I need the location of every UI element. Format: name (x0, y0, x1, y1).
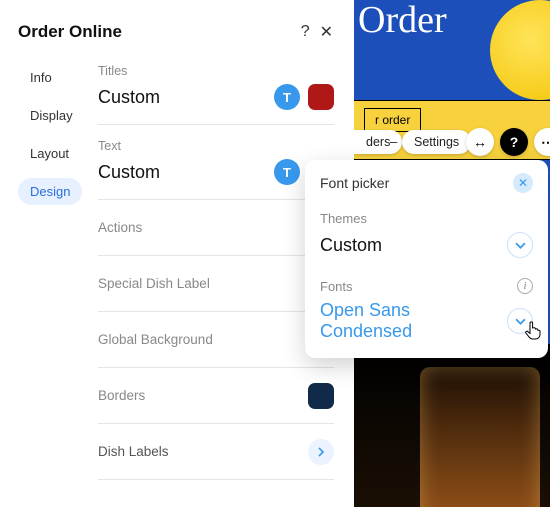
info-icon[interactable]: i (517, 278, 533, 294)
titles-color-swatch[interactable] (308, 84, 334, 110)
close-icon[interactable]: ✕ (315, 18, 338, 46)
help-icon[interactable]: ? (500, 128, 528, 156)
section-actions[interactable]: Actions (98, 200, 334, 256)
sidebar: Info Display Layout Design (0, 56, 98, 480)
global-bg-label: Global Background (98, 326, 334, 353)
section-global-bg[interactable]: Global Background (98, 312, 334, 368)
stretch-icon[interactable]: ↔ (466, 128, 494, 156)
help-icon[interactable]: ? (296, 19, 315, 45)
preview-order-label: r order (364, 108, 421, 132)
section-dish-labels[interactable]: Dish Labels (98, 424, 334, 480)
font-picker-title: Font picker (320, 175, 513, 191)
panel-title: Order Online (18, 22, 296, 42)
text-style-icon[interactable]: T (274, 84, 300, 110)
titles-value[interactable]: Custom (98, 87, 266, 108)
fonts-dropdown-icon[interactable] (507, 308, 533, 334)
preview-lemon-graphic (490, 0, 550, 100)
section-special-dish[interactable]: Special Dish Label (98, 256, 334, 312)
section-titles: Titles Custom T (98, 60, 334, 125)
sidebar-item-layout[interactable]: Layout (18, 140, 81, 167)
section-borders: Borders (98, 368, 334, 424)
themes-label: Themes (320, 211, 533, 226)
settings-panel: Order Online ? ✕ Info Display Layout Des… (0, 0, 354, 507)
dish-labels-label: Dish Labels (98, 438, 300, 465)
preview-heading: Order (358, 0, 447, 42)
toolbar-pill-settings[interactable]: Settings (402, 130, 471, 154)
section-titles-label: Titles (98, 64, 334, 78)
themes-value[interactable]: Custom (320, 235, 507, 256)
themes-dropdown-icon[interactable] (507, 232, 533, 258)
panel-header: Order Online ? ✕ (0, 0, 354, 56)
special-dish-label: Special Dish Label (98, 270, 334, 297)
preview-dark-photo (354, 344, 550, 507)
section-text-label: Text (98, 139, 334, 153)
text-value[interactable]: Custom (98, 162, 266, 183)
section-text: Text Custom T (98, 125, 334, 200)
font-picker-popover: Font picker ✕ Themes Custom Fonts i Open… (305, 160, 548, 358)
chevron-right-icon[interactable] (308, 439, 334, 465)
sidebar-item-display[interactable]: Display (18, 102, 85, 129)
preview-glass-graphic (420, 367, 540, 507)
actions-label: Actions (98, 214, 334, 241)
text-style-icon[interactable]: T (274, 159, 300, 185)
sidebar-item-design[interactable]: Design (18, 178, 82, 205)
toolbar-dash: – (390, 134, 397, 149)
close-icon[interactable]: ✕ (513, 173, 533, 193)
sidebar-item-info[interactable]: Info (18, 64, 64, 91)
fonts-value[interactable]: Open Sans Condensed (320, 300, 507, 342)
borders-label[interactable]: Borders (98, 382, 300, 409)
fonts-label: Fonts i (320, 278, 533, 294)
borders-color-swatch[interactable] (308, 383, 334, 409)
